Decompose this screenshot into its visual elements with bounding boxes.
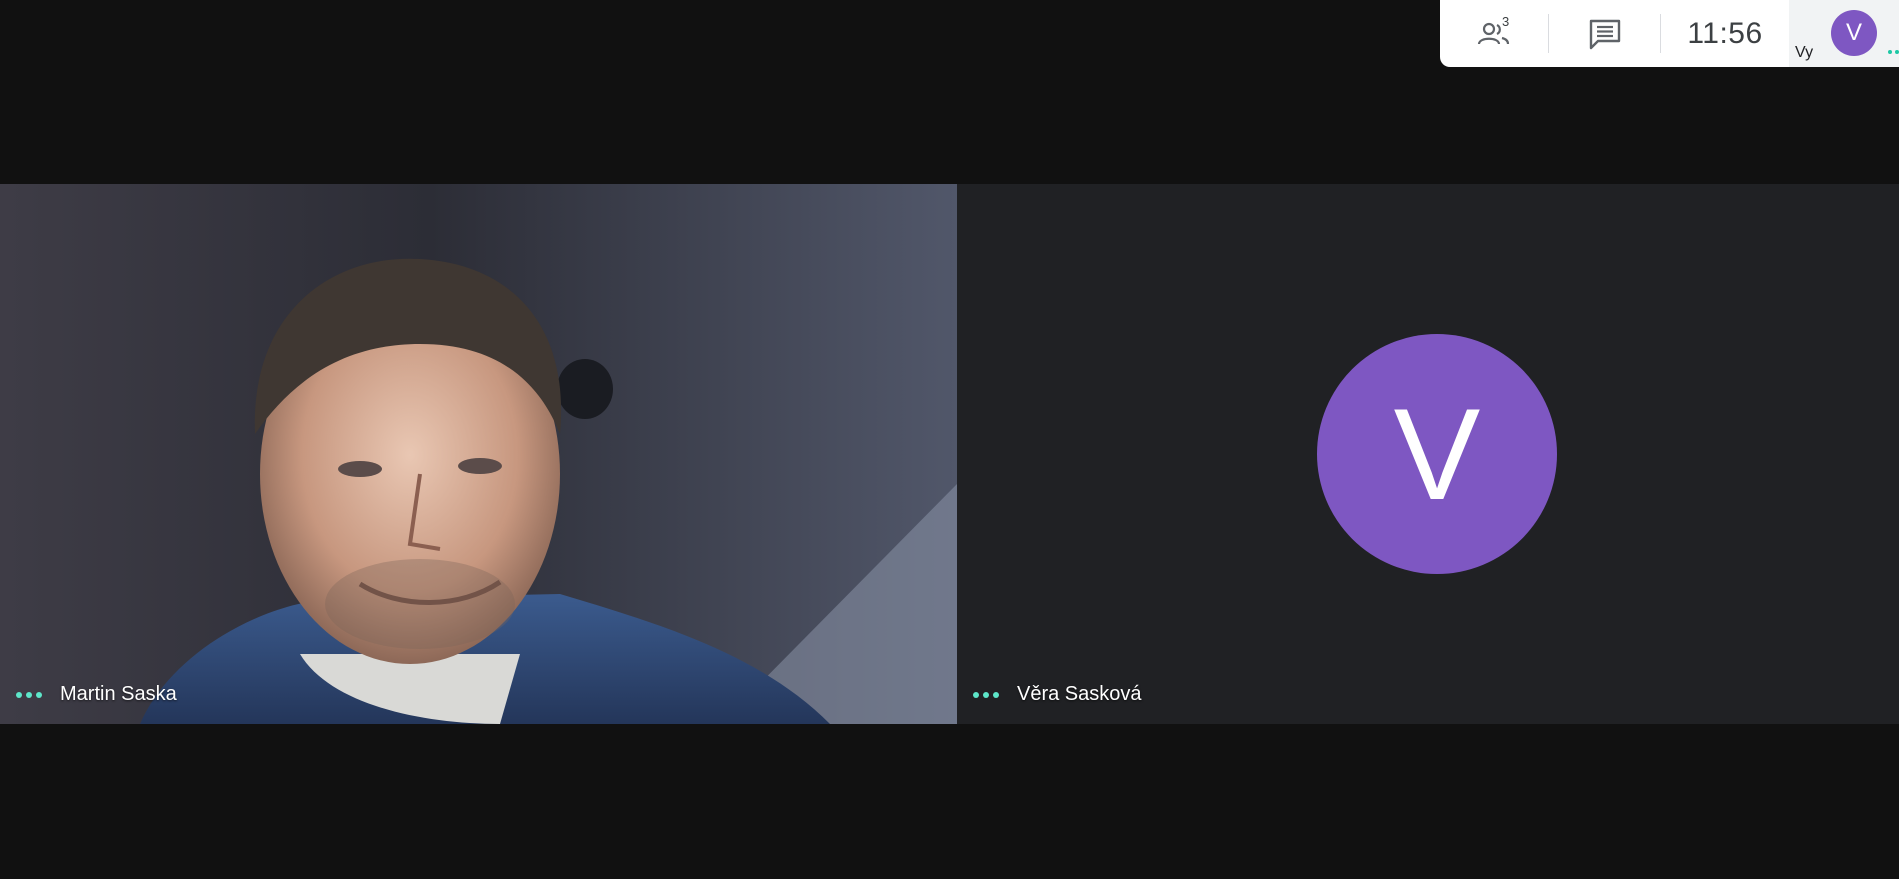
- more-dots-icon[interactable]: [973, 691, 999, 698]
- participants-button[interactable]: 3: [1440, 0, 1548, 67]
- participant-name-tag: Věra Sasková: [973, 683, 1142, 706]
- participant-count: 3: [1502, 14, 1510, 29]
- meeting-info-bar: 3 11:56 Vy V: [1440, 0, 1899, 67]
- participant-tile-martin[interactable]: Martin Saska: [0, 184, 957, 724]
- video-feed: [0, 184, 957, 724]
- participant-name: Věra Sasková: [1017, 683, 1142, 705]
- self-view[interactable]: Vy V: [1789, 0, 1899, 67]
- participant-avatar: V: [1317, 334, 1557, 574]
- participant-name: Martin Saska: [60, 683, 177, 705]
- chat-icon: [1589, 19, 1620, 49]
- self-avatar: V: [1831, 10, 1877, 56]
- self-activity-indicator: [1888, 50, 1899, 54]
- participant-tile-vera[interactable]: V Věra Sasková: [957, 184, 1899, 724]
- chat-button[interactable]: [1549, 0, 1660, 67]
- self-label: Vy: [1795, 44, 1814, 61]
- more-dots-icon[interactable]: [16, 691, 42, 698]
- meeting-stage: 3 11:56 Vy V Martin Saska V Věra Sasková: [0, 0, 1899, 879]
- clock-time: 11:56: [1687, 16, 1763, 50]
- participant-name-tag: Martin Saska: [16, 683, 177, 706]
- clock: 11:56: [1661, 0, 1789, 67]
